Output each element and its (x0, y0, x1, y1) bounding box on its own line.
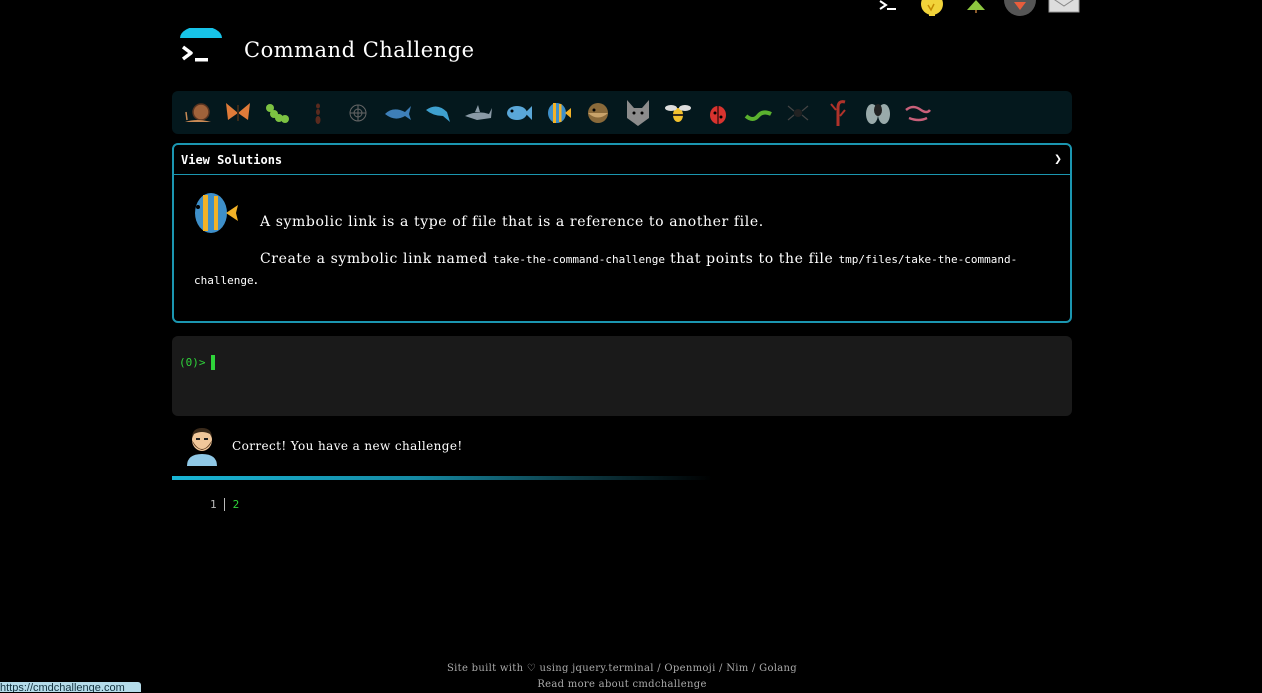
level-spider-icon[interactable] (778, 93, 818, 133)
footer-credits[interactable]: Site built with ♡ using jquery.terminal … (0, 661, 1244, 677)
terminal-input[interactable]: (0)> (172, 336, 1072, 416)
terminal-icon[interactable] (872, 0, 904, 16)
level-earthworm-icon[interactable] (898, 93, 938, 133)
chevron-right-icon: ❯ (1054, 152, 1062, 167)
terminal-prompt: (0)> (179, 355, 215, 370)
mail-icon[interactable] (1048, 0, 1080, 16)
level-worm-icon[interactable] (738, 93, 778, 133)
level-shark-icon[interactable] (458, 93, 498, 133)
bulb-icon[interactable] (916, 0, 948, 16)
level-fish-icon[interactable] (498, 93, 538, 133)
level-caterpillar-icon[interactable] (258, 93, 298, 133)
feedback-message: Correct! You have a new challenge! (186, 426, 463, 466)
level-scorpion-icon[interactable] (818, 93, 858, 133)
gem-icon[interactable] (1004, 0, 1036, 16)
page-title: Command Challenge (244, 38, 475, 62)
prompt-text: (0)> (179, 356, 206, 369)
task-text-end: . (253, 272, 259, 288)
level-tropical-fish-icon[interactable] (538, 93, 578, 133)
page-header: Command Challenge (180, 26, 475, 72)
level-butterfly-icon[interactable] (218, 93, 258, 133)
level-fly-icon[interactable] (858, 93, 898, 133)
task-text-mid: that points to the file (665, 251, 839, 267)
step-1[interactable]: 1 (210, 498, 217, 511)
tree-icon[interactable] (960, 0, 992, 16)
tropical-fish-icon (186, 189, 242, 241)
level-snail-icon[interactable] (178, 93, 218, 133)
step-divider (223, 498, 225, 511)
level-selector (172, 91, 1072, 134)
footer-about-link[interactable]: Read more about cmdchallenge (0, 677, 1244, 693)
bearded-man-avatar-icon (187, 428, 217, 466)
level-ladybug-icon[interactable] (698, 93, 738, 133)
view-solutions-label: View Solutions (181, 152, 283, 167)
level-spider-web-icon[interactable] (338, 93, 378, 133)
task-text-pre: Create a symbolic link named (260, 251, 493, 267)
level-blowfish-icon[interactable] (578, 93, 618, 133)
terminal-cursor (210, 355, 215, 370)
challenge-intro: A symbolic link is a type of file that i… (260, 214, 764, 230)
challenge-task: Create a symbolic link named take-the-co… (194, 249, 1054, 291)
terminal-logo-icon (180, 26, 224, 72)
top-toolbar (872, 0, 1080, 16)
link-name-code: take-the-command-challenge (492, 253, 666, 266)
level-dolphin-icon[interactable] (418, 93, 458, 133)
level-whale-icon[interactable] (378, 93, 418, 133)
step-2[interactable]: 2 (233, 498, 240, 511)
view-solutions-toggle[interactable]: View Solutions ❯ (174, 145, 1070, 175)
page-footer: Site built with ♡ using jquery.terminal … (0, 661, 1244, 693)
status-bar-url: https://cmdchallenge.com (0, 682, 141, 692)
level-ant-icon[interactable] (298, 93, 338, 133)
feedback-text: Correct! You have a new challenge! (232, 439, 463, 453)
level-bee-icon[interactable] (658, 93, 698, 133)
progress-bar (172, 476, 712, 480)
challenge-panel: View Solutions ❯ A symbolic link is a ty… (172, 143, 1072, 323)
challenge-steps: 1 2 (210, 498, 239, 511)
level-wolf-icon[interactable] (618, 93, 658, 133)
